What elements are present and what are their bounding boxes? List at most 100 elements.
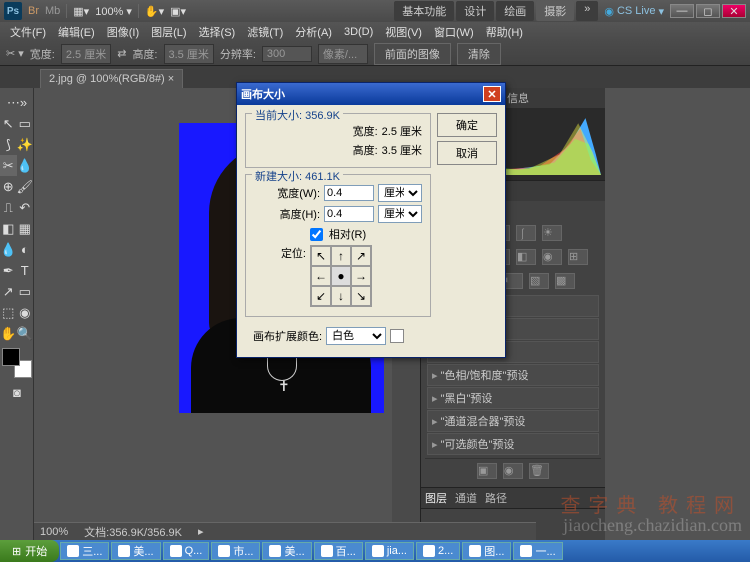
adj-mixer-icon[interactable]: ⊞ [568, 249, 588, 265]
swap-icon[interactable]: ⇄ [117, 47, 126, 60]
opt-res-unit[interactable]: 像素/... [318, 44, 368, 64]
preset-bw[interactable]: "黑白"预设 [427, 387, 599, 409]
status-zoom[interactable]: 100% [40, 526, 68, 538]
menu-select[interactable]: 选择(S) [195, 22, 240, 42]
relative-checkbox[interactable] [310, 228, 323, 241]
start-button[interactable]: ⊞开始 [0, 540, 59, 562]
move-tool[interactable]: ↖ [0, 113, 17, 134]
bridge-icon[interactable]: Br [28, 5, 39, 17]
hand-icon[interactable]: ✋▾ [145, 5, 164, 18]
anchor-nw[interactable]: ↖ [311, 246, 331, 266]
task-item[interactable]: 美... [111, 542, 160, 560]
extension-color-select[interactable]: 白色 [326, 327, 386, 345]
3d-tool[interactable]: ⬚ [0, 302, 17, 323]
dialog-titlebar[interactable]: 画布大小 ✕ [237, 83, 505, 105]
adj-selective-icon[interactable]: ▩ [555, 273, 575, 289]
ok-button[interactable]: 确定 [437, 113, 497, 137]
status-arrow-icon[interactable]: ▸ [198, 525, 204, 538]
dialog-close-button[interactable]: ✕ [483, 86, 501, 102]
workspace-more[interactable]: » [576, 1, 598, 21]
anchor-s[interactable]: ↓ [331, 286, 351, 306]
crop-tool-icon[interactable]: ✂ ▾ [6, 47, 24, 60]
task-item[interactable]: Q... [163, 542, 210, 560]
new-height-unit[interactable]: 厘米 [378, 205, 422, 223]
anchor-c[interactable]: ● [331, 266, 351, 286]
workspace-tab-photo[interactable]: 摄影 [536, 1, 574, 21]
stamp-tool[interactable]: ⎍ [0, 197, 17, 218]
quickmask-toggle[interactable]: ◙ [0, 382, 34, 403]
maximize-button[interactable]: ◻ [696, 4, 720, 18]
preset-mixer[interactable]: "通道混合器"预设 [427, 410, 599, 432]
gradient-tool[interactable]: ▦ [17, 218, 34, 239]
menu-window[interactable]: 窗口(W) [430, 22, 478, 42]
adj-curves-icon[interactable]: ⎰ [516, 225, 536, 241]
document-tab[interactable]: 2.jpg @ 100%(RGB/8#) × [40, 69, 183, 88]
cslive-button[interactable]: ◉CS Live▾ [604, 5, 664, 18]
adj-threshold-icon[interactable]: ◐ [503, 273, 523, 289]
task-item[interactable]: 美... [262, 542, 311, 560]
new-width-unit[interactable]: 厘米 [378, 184, 422, 202]
opt-width-field[interactable]: 2.5 厘米 [61, 44, 111, 64]
foreground-color[interactable] [2, 348, 20, 366]
anchor-w[interactable]: ← [311, 266, 331, 286]
tab-layers[interactable]: 图层 [425, 490, 447, 506]
front-image-button[interactable]: 前面的图像 [374, 43, 451, 65]
extension-color-swatch[interactable] [390, 329, 404, 343]
tab-channels[interactable]: 通道 [455, 490, 477, 506]
screen-mode-icon[interactable]: ▣▾ [170, 5, 186, 18]
menu-view[interactable]: 视图(V) [381, 22, 426, 42]
adj-exposure-icon[interactable]: ☀ [542, 225, 562, 241]
menu-filter[interactable]: 滤镜(T) [243, 22, 287, 42]
adj-photo-icon[interactable]: ◉ [542, 249, 562, 265]
menu-3d[interactable]: 3D(D) [340, 24, 377, 40]
eraser-tool[interactable]: ◧ [0, 218, 17, 239]
cancel-button[interactable]: 取消 [437, 141, 497, 165]
lasso-tool[interactable]: ⟆ [0, 134, 17, 155]
tab-info[interactable]: 信息 [507, 90, 529, 106]
new-width-input[interactable] [324, 185, 374, 201]
path-tool[interactable]: ↗ [0, 281, 17, 302]
adj-trash-icon[interactable]: 🗑 [529, 463, 549, 479]
task-item[interactable]: 市... [211, 542, 260, 560]
adj-footer-icon1[interactable]: ▣ [477, 463, 497, 479]
new-height-input[interactable] [324, 206, 374, 222]
color-swatch[interactable] [2, 348, 32, 378]
zoom-tool[interactable]: 🔍 [17, 323, 34, 344]
task-item[interactable]: jia... [365, 542, 414, 560]
workspace-tab-basic[interactable]: 基本功能 [394, 1, 454, 21]
type-tool[interactable]: T [17, 260, 34, 281]
blur-tool[interactable]: 💧 [0, 239, 17, 260]
anchor-grid[interactable]: ↖ ↑ ↗ ← ● → ↙ ↓ ↘ [310, 245, 372, 307]
crop-tool[interactable]: ✂ [0, 155, 17, 176]
adj-bw-icon[interactable]: ◧ [516, 249, 536, 265]
minimize-button[interactable]: — [670, 4, 694, 18]
shape-tool[interactable]: ▭ [17, 281, 34, 302]
zoom-level[interactable]: 100% ▾ [95, 5, 132, 18]
heal-tool[interactable]: ⊕ [0, 176, 16, 197]
view-mode-icon[interactable]: ▦▾ [73, 5, 89, 18]
eyedropper-tool[interactable]: 💧 [17, 155, 34, 176]
anchor-ne[interactable]: ↗ [351, 246, 371, 266]
clear-button[interactable]: 清除 [457, 43, 501, 65]
brush-tool[interactable]: 🖌 [16, 176, 33, 197]
menu-layer[interactable]: 图层(L) [147, 22, 190, 42]
menu-file[interactable]: 文件(F) [6, 22, 50, 42]
opt-res-field[interactable]: 300 [262, 46, 312, 62]
menu-analysis[interactable]: 分析(A) [291, 22, 336, 42]
workspace-tab-paint[interactable]: 绘画 [496, 1, 534, 21]
task-item[interactable]: 图... [462, 542, 511, 560]
adj-gradient-icon[interactable]: ▧ [529, 273, 549, 289]
status-doc[interactable]: 文档:356.9K/356.9K [84, 524, 182, 540]
3d-camera-tool[interactable]: ◉ [17, 302, 34, 323]
menu-help[interactable]: 帮助(H) [482, 22, 527, 42]
wand-tool[interactable]: ✨ [17, 134, 34, 155]
opt-height-field[interactable]: 3.5 厘米 [164, 44, 214, 64]
history-brush-tool[interactable]: ↶ [17, 197, 34, 218]
menu-edit[interactable]: 编辑(E) [54, 22, 99, 42]
anchor-n[interactable]: ↑ [331, 246, 351, 266]
task-item[interactable]: 2... [416, 542, 460, 560]
adj-footer-icon2[interactable]: ◉ [503, 463, 523, 479]
mini-bridge-icon[interactable]: Mb [45, 5, 60, 17]
tool-handle[interactable]: ⋯» [0, 92, 34, 113]
marquee-tool[interactable]: ▭ [17, 113, 34, 134]
